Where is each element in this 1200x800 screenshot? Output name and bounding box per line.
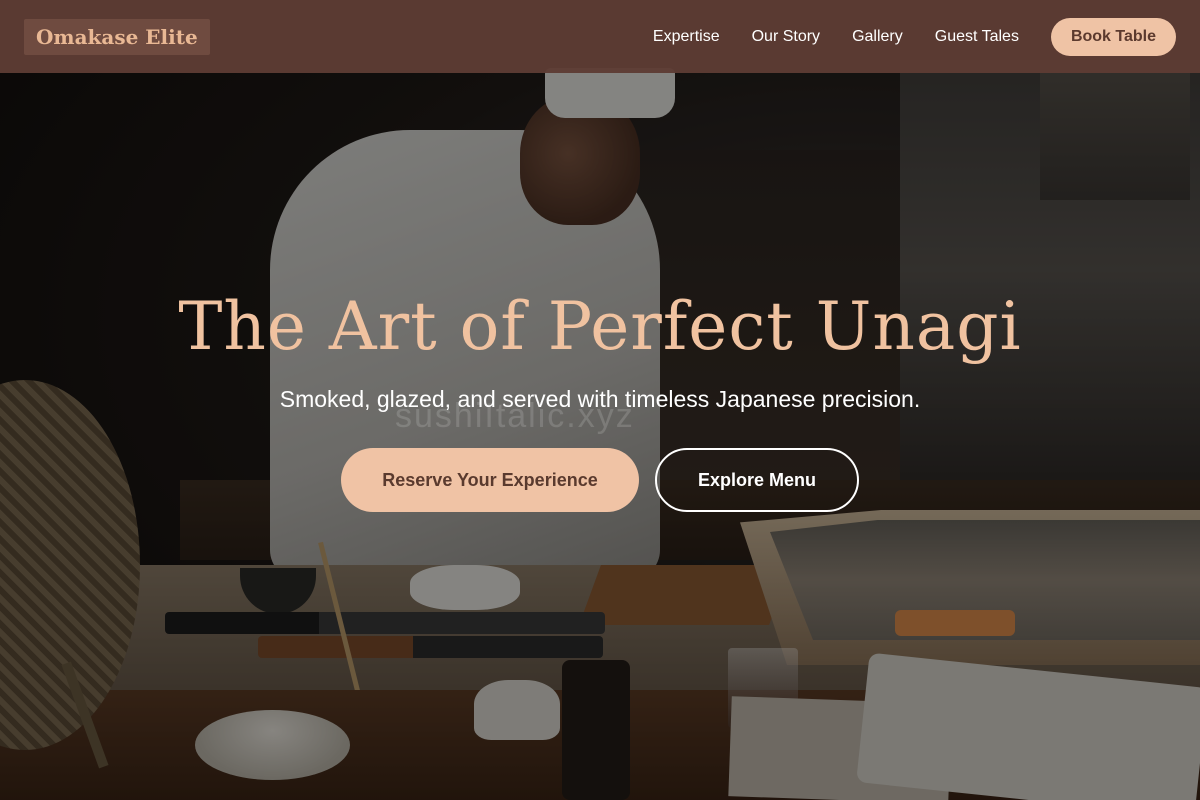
hero-title: The Art of Perfect Unagi — [178, 288, 1022, 365]
hero-subtitle: Smoked, glazed, and served with timeless… — [279, 386, 921, 412]
explore-menu-button[interactable]: Explore Menu — [655, 448, 859, 512]
top-nav: Omakase Elite Expertise Our Story Galler… — [0, 0, 1200, 73]
nav-link-our-story[interactable]: Our Story — [752, 28, 820, 46]
book-table-button[interactable]: Book Table — [1050, 17, 1176, 56]
hero-cta-row: Reserve Your Experience Explore Menu — [341, 448, 859, 512]
nav-link-guest-tales[interactable]: Guest Tales — [935, 28, 1019, 46]
nav-link-gallery[interactable]: Gallery — [852, 28, 903, 46]
reserve-experience-button[interactable]: Reserve Your Experience — [341, 448, 639, 512]
brand-logo[interactable]: Omakase Elite — [24, 18, 210, 55]
nav-link-expertise[interactable]: Expertise — [653, 28, 720, 46]
nav-links: Expertise Our Story Gallery Guest Tales — [653, 28, 1019, 46]
